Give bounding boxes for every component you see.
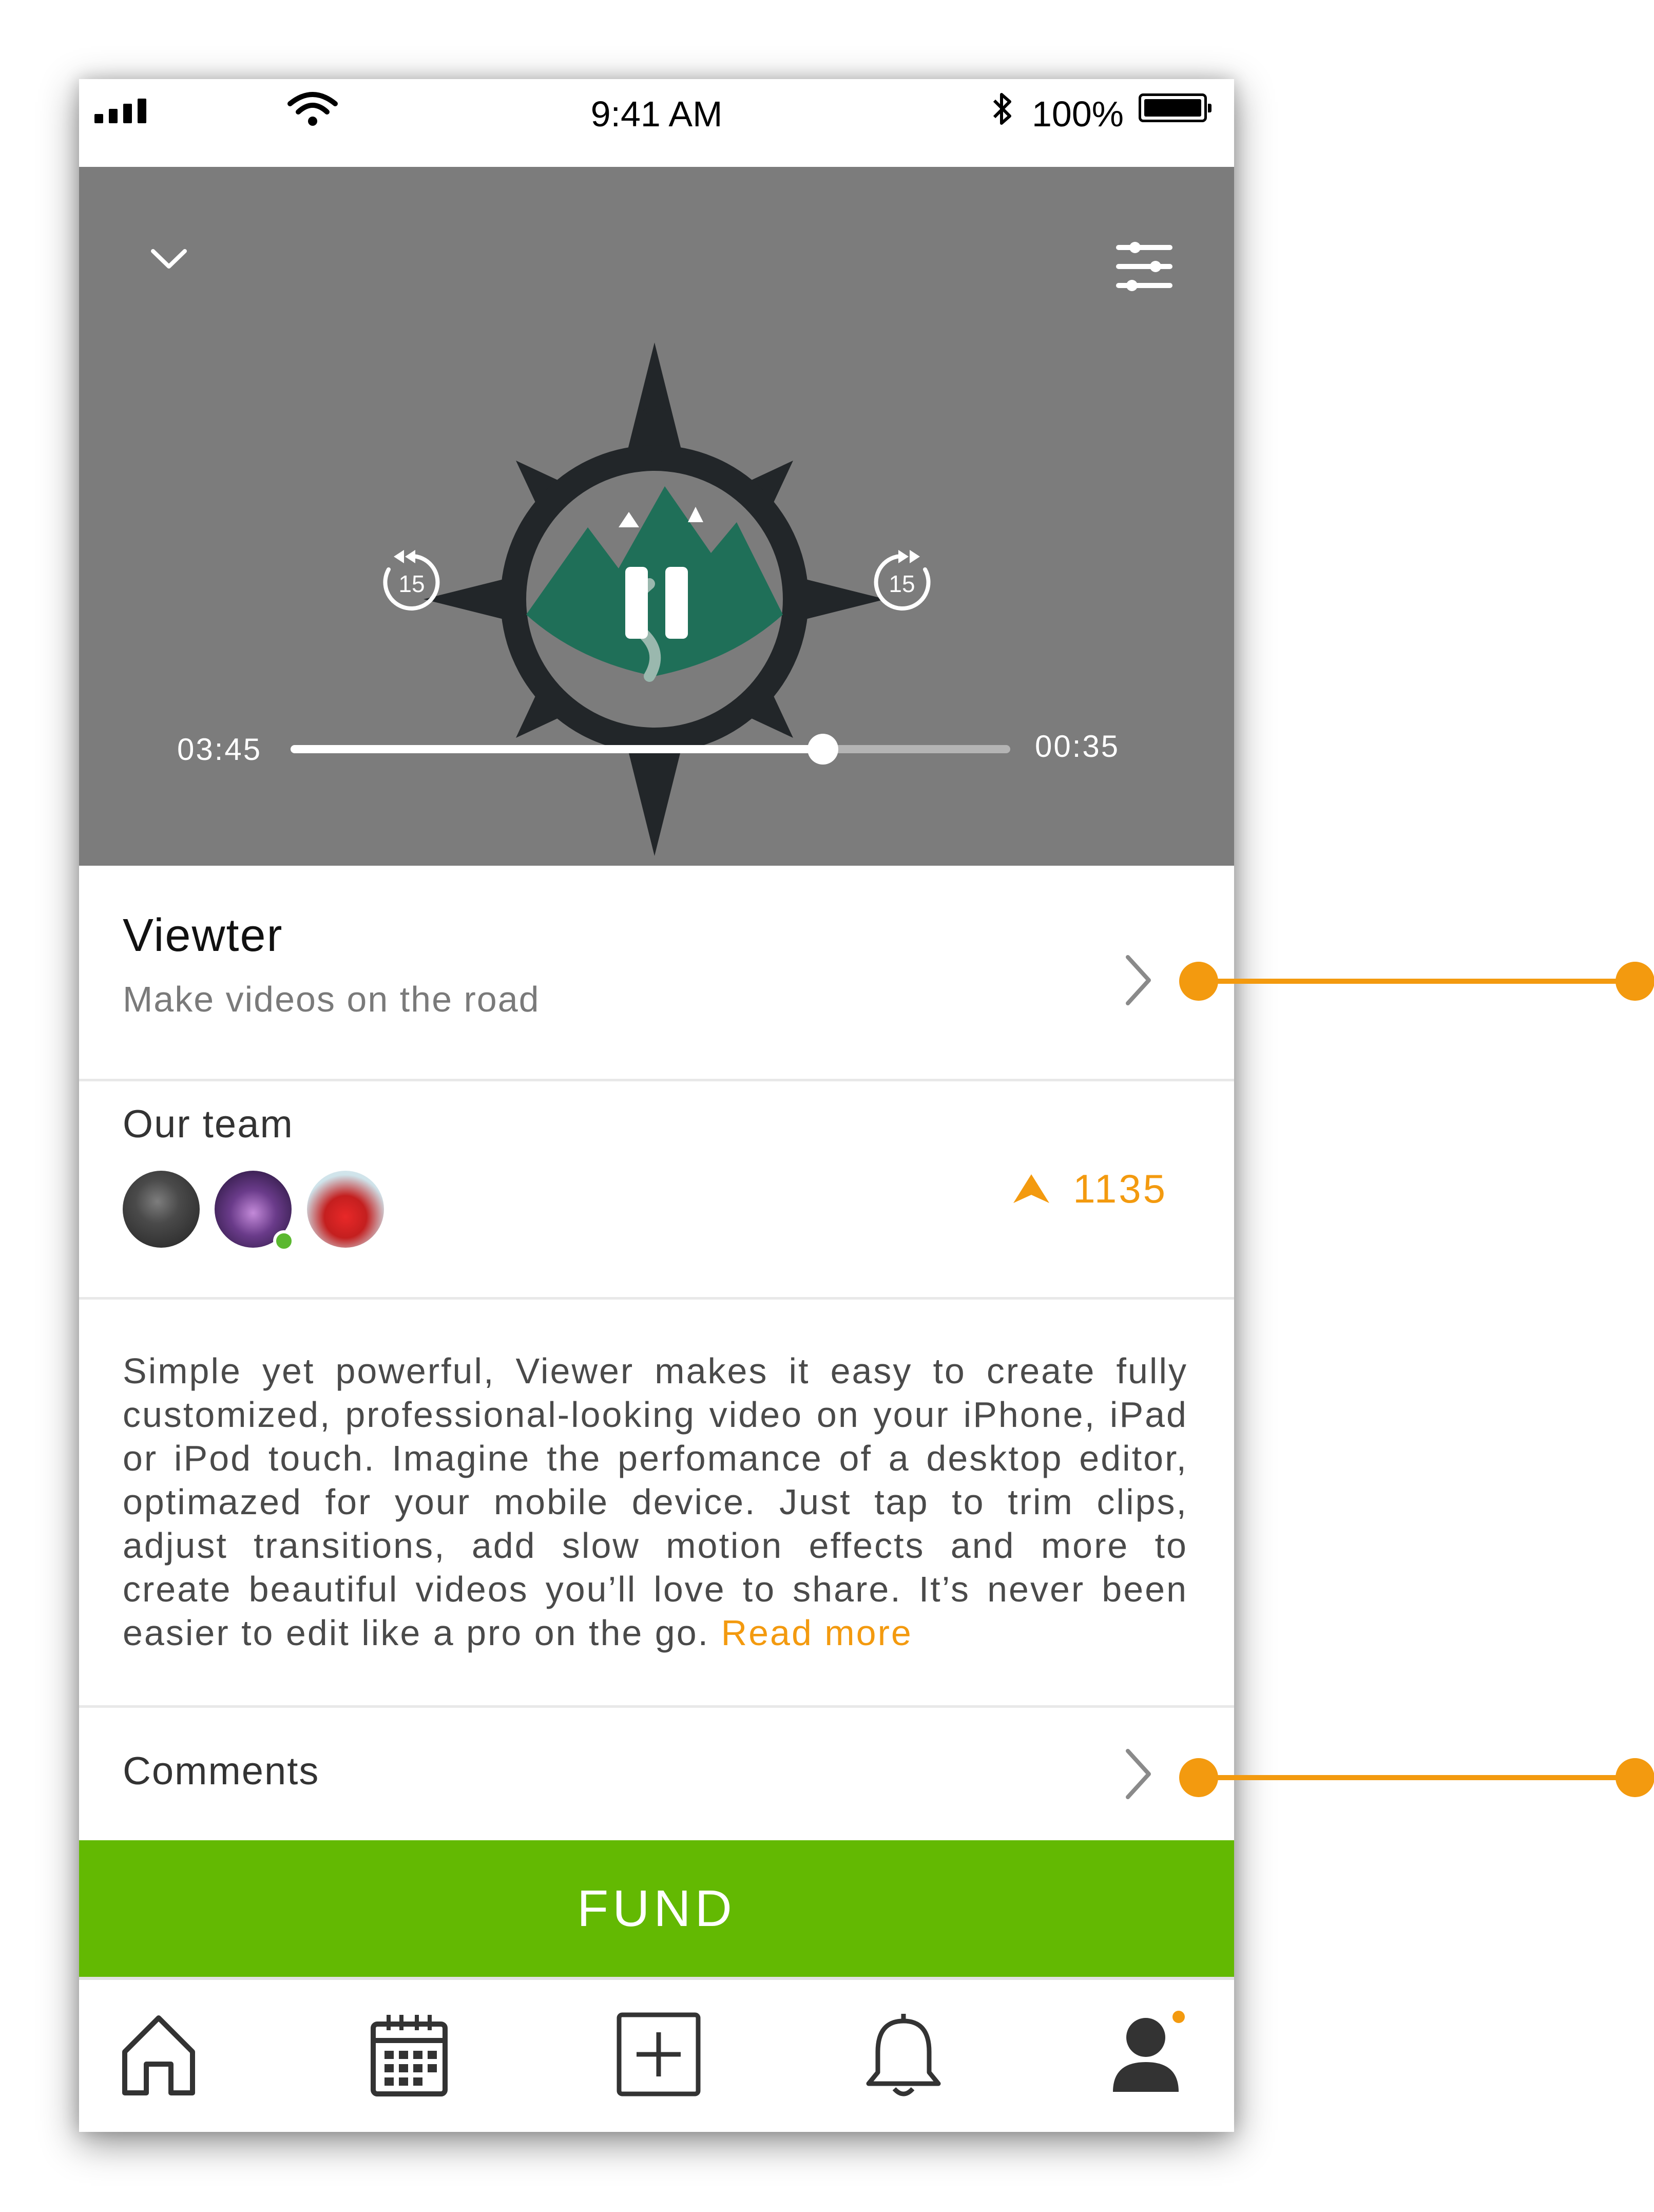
vote-count: 1135 — [1073, 1166, 1167, 1211]
sliders-icon[interactable] — [1116, 238, 1173, 295]
project-description: Simple yet powerful, Viewer makes it eas… — [123, 1349, 1188, 1655]
annotation-dot — [1179, 1758, 1218, 1797]
battery-icon — [1139, 93, 1211, 122]
bluetooth-icon — [993, 93, 1011, 125]
comments-label: Comments — [123, 1749, 320, 1793]
project-title: Viewter — [123, 910, 283, 961]
comments-row[interactable]: Comments — [79, 1708, 1234, 1840]
status-bar: 9:41 AM 100% — [79, 79, 1234, 167]
team-label: Our team — [123, 1102, 294, 1146]
pause-icon[interactable] — [625, 567, 688, 639]
chevron-down-icon[interactable] — [146, 244, 192, 275]
calendar-icon[interactable] — [368, 2011, 450, 2098]
fund-button[interactable]: FUND — [79, 1840, 1234, 1977]
progress-track[interactable] — [291, 734, 1010, 765]
description-text: Simple yet powerful, Viewer makes it eas… — [123, 1351, 1188, 1653]
bell-icon[interactable] — [862, 2011, 945, 2098]
forward-15-label: 15 — [889, 570, 915, 597]
home-icon[interactable] — [118, 2011, 200, 2098]
annotation-dot — [1615, 1758, 1654, 1797]
team-row: Our team 1135 — [79, 1081, 1234, 1297]
video-player[interactable]: 15 15 03:45 00:35 — [79, 167, 1234, 866]
team-avatar-3[interactable] — [307, 1171, 384, 1248]
battery-percent: 100% — [1032, 94, 1124, 134]
forward-15-icon[interactable]: 15 — [869, 549, 935, 616]
elapsed-time: 03:45 — [177, 732, 262, 767]
annotation-line — [1199, 979, 1635, 984]
project-header-row[interactable]: Viewter Make videos on the road — [79, 866, 1234, 1086]
team-avatar-1[interactable] — [123, 1171, 200, 1248]
tab-bar — [79, 1977, 1234, 2132]
project-subtitle: Make videos on the road — [123, 979, 540, 1019]
rewind-15-icon[interactable]: 15 — [378, 549, 445, 616]
online-indicator — [273, 1230, 295, 1252]
chevron-right-icon[interactable] — [1121, 952, 1157, 1008]
progress-played — [291, 745, 823, 753]
annotation-line — [1199, 1775, 1635, 1780]
phone-screen: 9:41 AM 100% 15 15 03:45 00:35 Viewter M… — [79, 79, 1234, 2132]
divider — [79, 1297, 1234, 1300]
notification-badge — [1172, 2011, 1185, 2023]
rewind-15-label: 15 — [398, 570, 425, 597]
read-more-link[interactable]: Read more — [721, 1613, 913, 1653]
add-icon[interactable] — [615, 2011, 702, 2098]
fund-button-label: FUND — [577, 1879, 736, 1937]
profile-icon[interactable] — [1109, 2011, 1191, 2098]
upvote-icon[interactable] — [1011, 1172, 1051, 1205]
remaining-time: 00:35 — [1035, 729, 1120, 764]
annotation-dot — [1615, 962, 1654, 1001]
chevron-right-icon[interactable] — [1121, 1746, 1157, 1802]
annotation-dot — [1179, 962, 1218, 1001]
